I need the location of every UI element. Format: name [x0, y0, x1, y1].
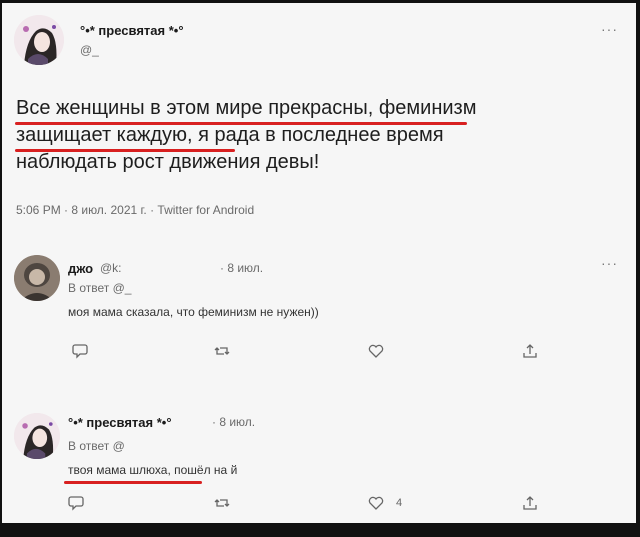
handle[interactable]: @_	[80, 43, 99, 57]
avatar-image	[14, 413, 60, 459]
heart-icon[interactable]	[368, 495, 384, 511]
heart-icon[interactable]	[368, 343, 384, 359]
avatar[interactable]	[14, 15, 64, 65]
display-name[interactable]: джо	[68, 261, 93, 276]
reply-to[interactable]: В ответ @_	[68, 281, 131, 295]
tweet-line: наблюдать рост движения девы!	[16, 151, 320, 173]
share-icon[interactable]	[522, 495, 538, 511]
red-underline	[15, 122, 467, 125]
reply-text: твоя мама шлюха, пошёл на й	[68, 463, 238, 477]
display-name[interactable]: °•* пресвятая *•°	[80, 23, 184, 38]
more-icon[interactable]: ···	[601, 255, 618, 271]
tweet-text: Все женщины в этом мире прекрасны, фемин…	[16, 95, 626, 176]
screenshot-frame: °•* пресвятая *•° @_ ··· Все женщины в э…	[2, 3, 636, 523]
reply-text: моя мама сказала, что феминизм не нужен)…	[68, 305, 319, 319]
more-icon[interactable]: ···	[601, 21, 618, 37]
tweet-meta: 5:06 PM · 8 июл. 2021 г. · Twitter for A…	[16, 203, 255, 217]
retweet-icon[interactable]	[214, 343, 230, 359]
handle[interactable]: @k:	[100, 261, 122, 275]
tweet-date[interactable]: · 8 июл.	[220, 261, 263, 275]
red-underline	[64, 481, 202, 484]
retweet-icon[interactable]	[214, 495, 230, 511]
red-underline	[15, 149, 235, 152]
avatar[interactable]	[14, 255, 60, 301]
avatar-image	[14, 255, 60, 301]
tweet-date[interactable]: · 8 июл.	[212, 415, 255, 429]
comment-icon[interactable]	[72, 343, 88, 359]
avatar[interactable]	[14, 413, 60, 459]
reply-to[interactable]: В ответ @	[68, 439, 125, 453]
comment-icon[interactable]	[68, 495, 84, 511]
tweet-line: защищает каждую, я рада в последнее врем…	[16, 124, 444, 146]
share-icon[interactable]	[522, 343, 538, 359]
avatar-image	[14, 15, 64, 65]
tweet-line: Все женщины в этом мире прекрасны, фемин…	[16, 97, 477, 119]
like-count: 4	[396, 497, 403, 509]
display-name[interactable]: °•* пресвятая *•°	[68, 415, 172, 430]
